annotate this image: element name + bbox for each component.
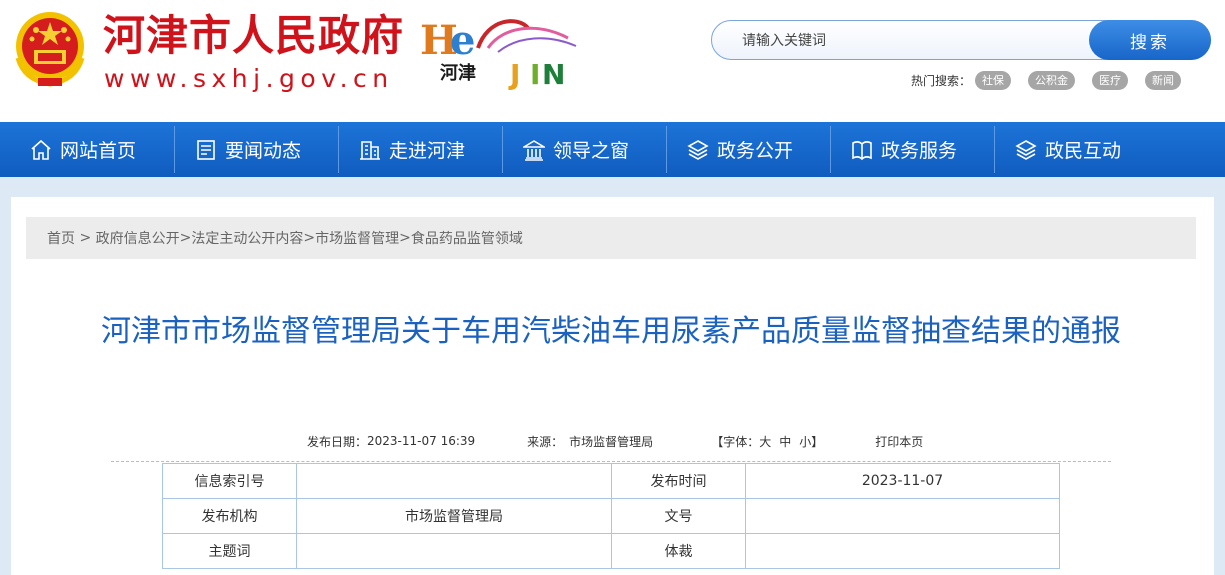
table-row: 主题词 体裁 xyxy=(162,533,1060,569)
nav-label-gov-services: 政务服务 xyxy=(881,140,958,162)
nav-divider xyxy=(830,126,831,173)
nav-label-interaction: 政民互动 xyxy=(1045,140,1122,162)
nav-item-home[interactable]: 网站首页 xyxy=(30,122,136,177)
hot-tag-housing-fund[interactable]: 公积金 xyxy=(1028,70,1076,90)
nav-label-home: 网站首页 xyxy=(60,140,137,162)
breadcrumb-home[interactable]: 首页 xyxy=(47,228,75,248)
hot-tag-social-security[interactable]: 社保 xyxy=(975,70,1012,90)
svg-text:J: J xyxy=(508,58,520,91)
table-key: 发布时间 xyxy=(611,463,746,499)
layers-icon xyxy=(687,139,709,160)
table-value xyxy=(745,533,1060,569)
table-row: 发布机构 市场监督管理局 文号 xyxy=(162,498,1060,534)
table-row: 信息索引号 发布时间 2023-11-07 xyxy=(162,463,1060,499)
site-title: 河津市人民政府 xyxy=(103,11,405,60)
info-table: 信息索引号 发布时间 2023-11-07 发布机构 市场监督管理局 文号 主题… xyxy=(162,463,1060,569)
building-icon xyxy=(360,140,380,160)
breadcrumb-separator: > xyxy=(75,230,96,246)
service-icon xyxy=(852,140,872,160)
breadcrumb-separator: > xyxy=(303,230,316,246)
content-card: 首页 > 政府信息公开 > 法定主动公开内容 > 市场监督管理 > 食品药品监管… xyxy=(11,197,1214,575)
font-size-label: 【字体： xyxy=(711,434,760,449)
hot-search-label: 热门搜索： xyxy=(911,73,972,88)
table-value: 2023-11-07 xyxy=(745,463,1060,499)
news-icon xyxy=(197,139,215,160)
nav-label-news: 要闻动态 xyxy=(225,140,302,162)
search-input[interactable] xyxy=(742,29,1082,53)
print-page-link[interactable]: 打印本页 xyxy=(875,433,923,450)
font-size-end: 】 xyxy=(811,434,824,449)
nav-label-leaders: 领导之窗 xyxy=(553,140,630,162)
breadcrumb: 首页 > 政府信息公开 > 法定主动公开内容 > 市场监督管理 > 食品药品监管… xyxy=(26,217,1196,259)
publish-date-label: 发布日期： xyxy=(307,434,368,449)
site-header: 河津市人民政府 www.sxhj.gov.cn H e J I N 河津 搜索 … xyxy=(0,0,1225,122)
nav-divider xyxy=(502,126,503,173)
government-icon xyxy=(523,139,545,161)
article-title: 河津市市场监督管理局关于车用汽柴油车用尿素产品质量监督抽查结果的通报 xyxy=(101,314,1121,349)
table-key: 发布机构 xyxy=(162,498,297,534)
nav-divider xyxy=(666,126,667,173)
hot-tag-news[interactable]: 新闻 xyxy=(1145,70,1182,90)
source-label: 来源： xyxy=(527,434,564,449)
breadcrumb-gov-info[interactable]: 政府信息公开 xyxy=(96,228,180,248)
main-nav: 网站首页 要闻动态 走进河津 领导之窗 政务公开 政务服务 政民互动 xyxy=(0,122,1225,177)
font-size-small[interactable]: 小 xyxy=(799,433,811,450)
breadcrumb-market-supervision[interactable]: 市场监督管理 xyxy=(315,228,399,248)
article-meta: 发布日期： 2023-11-07 16:39 来源： 市场监督管理局 【字体： … xyxy=(307,433,923,449)
nav-divider xyxy=(174,126,175,173)
publish-date: 2023-11-07 16:39 xyxy=(367,434,476,448)
nav-item-leaders[interactable]: 领导之窗 xyxy=(523,122,629,177)
svg-text:I: I xyxy=(530,58,540,91)
breadcrumb-separator: > xyxy=(399,230,411,246)
logo-text-cn: 河津 xyxy=(440,63,476,84)
national-emblem-icon xyxy=(15,12,85,87)
table-value xyxy=(296,533,612,569)
breadcrumb-statutory[interactable]: 法定主动公开内容 xyxy=(191,228,303,248)
font-size-large[interactable]: 大 xyxy=(759,433,771,450)
source-value: 市场监督管理局 xyxy=(569,434,654,449)
table-key: 主题词 xyxy=(162,533,297,569)
nav-divider xyxy=(338,126,339,173)
nav-item-news[interactable]: 要闻动态 xyxy=(195,122,301,177)
font-size-medium[interactable]: 中 xyxy=(779,433,791,450)
nav-item-gov-affairs[interactable]: 政务公开 xyxy=(687,122,793,177)
meta-divider xyxy=(111,461,1111,462)
home-icon xyxy=(31,139,51,160)
breadcrumb-food-drug[interactable]: 食品药品监管领域 xyxy=(411,228,523,248)
site-url: www.sxhj.gov.cn xyxy=(104,64,394,93)
table-key: 信息索引号 xyxy=(162,463,297,499)
table-value: 市场监督管理局 xyxy=(296,498,612,534)
breadcrumb-separator: > xyxy=(179,230,192,246)
nav-divider xyxy=(994,126,995,173)
table-key: 体裁 xyxy=(611,533,746,569)
nav-label-about-hejin: 走进河津 xyxy=(389,140,466,162)
svg-text:e: e xyxy=(450,17,475,64)
table-value xyxy=(296,463,612,499)
layers-icon xyxy=(1015,139,1037,160)
table-key: 文号 xyxy=(611,498,746,534)
svg-text:N: N xyxy=(542,58,565,91)
hot-tag-medical[interactable]: 医疗 xyxy=(1092,70,1129,90)
search-button[interactable]: 搜索 xyxy=(1089,20,1211,60)
nav-item-gov-services[interactable]: 政务服务 xyxy=(851,122,957,177)
nav-label-gov-affairs: 政务公开 xyxy=(717,140,794,162)
nav-item-about-hejin[interactable]: 走进河津 xyxy=(359,122,465,177)
nav-item-interaction[interactable]: 政民互动 xyxy=(1015,122,1121,177)
search-box: 搜索 xyxy=(711,20,1211,60)
table-value xyxy=(745,498,1060,534)
hot-search: 热门搜索： 社保 公积金 医疗 新闻 xyxy=(911,70,1198,90)
